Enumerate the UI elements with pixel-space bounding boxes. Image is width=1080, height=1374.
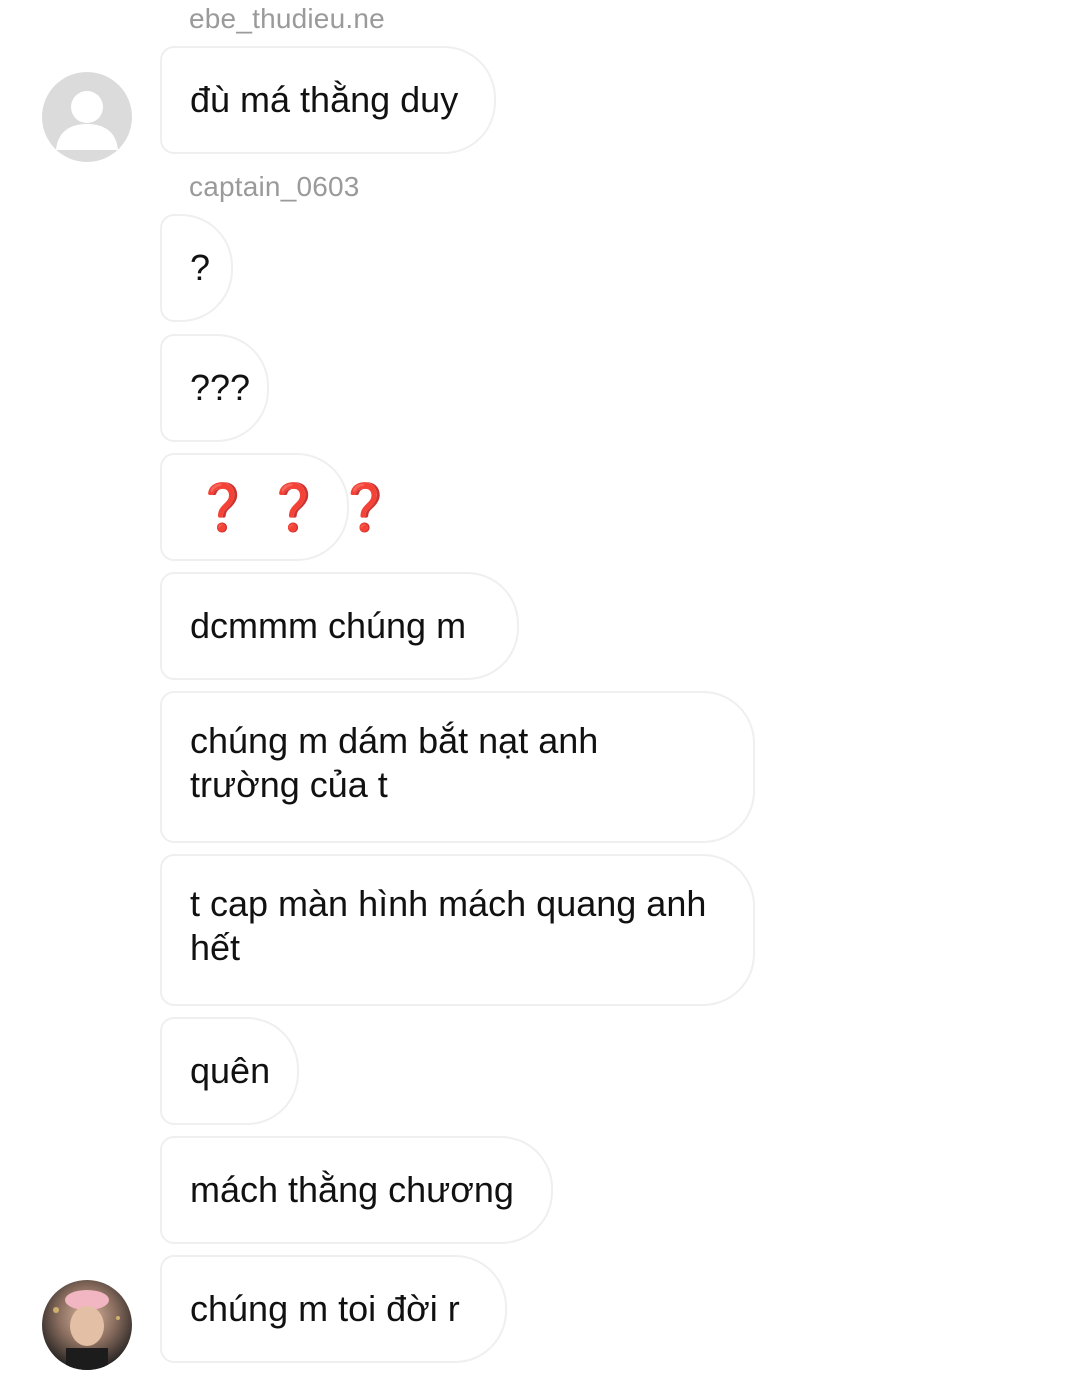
message-text: mách thằng chương [190, 1169, 514, 1210]
message-text: quên [190, 1050, 271, 1091]
message-text: chúng m dám bắt nạt anh trường của t [190, 720, 599, 805]
message-text: t cap màn hình mách quang anh hết [190, 883, 707, 968]
message-bubble[interactable]: dcmmm chúng m [160, 572, 519, 680]
sender-username[interactable]: ebe_thudieu.ne [189, 3, 385, 35]
message-bubble[interactable]: t cap màn hình mách quang anh hết [160, 854, 755, 1006]
question-mark-emoji-icon: ❓❓❓ [194, 481, 408, 533]
message-bubble[interactable]: chúng m dám bắt nạt anh trường của t [160, 691, 755, 843]
sender-avatar[interactable] [42, 1280, 132, 1370]
avatar-placeholder-icon[interactable] [42, 72, 132, 162]
message-text: đù má thằng duy [190, 79, 459, 120]
message-bubble[interactable]: ? [160, 214, 233, 322]
message-bubble[interactable]: ??? [160, 334, 269, 442]
message-text: ? [190, 247, 211, 288]
message-text: ??? [190, 367, 251, 408]
message-bubble[interactable]: quên [160, 1017, 299, 1125]
message-bubble[interactable]: mách thằng chương [160, 1136, 553, 1244]
message-bubble[interactable]: chúng m toi đời r [160, 1255, 507, 1363]
message-text: dcmmm chúng m [190, 605, 467, 646]
message-bubble[interactable]: đù má thằng duy [160, 46, 496, 154]
message-text: chúng m toi đời r [190, 1288, 460, 1329]
emoji-message-bubble[interactable]: ❓❓❓ [160, 453, 394, 561]
profile-photo [53, 1290, 120, 1370]
sender-username[interactable]: captain_0603 [189, 171, 360, 203]
user-silhouette-icon [56, 91, 118, 150]
